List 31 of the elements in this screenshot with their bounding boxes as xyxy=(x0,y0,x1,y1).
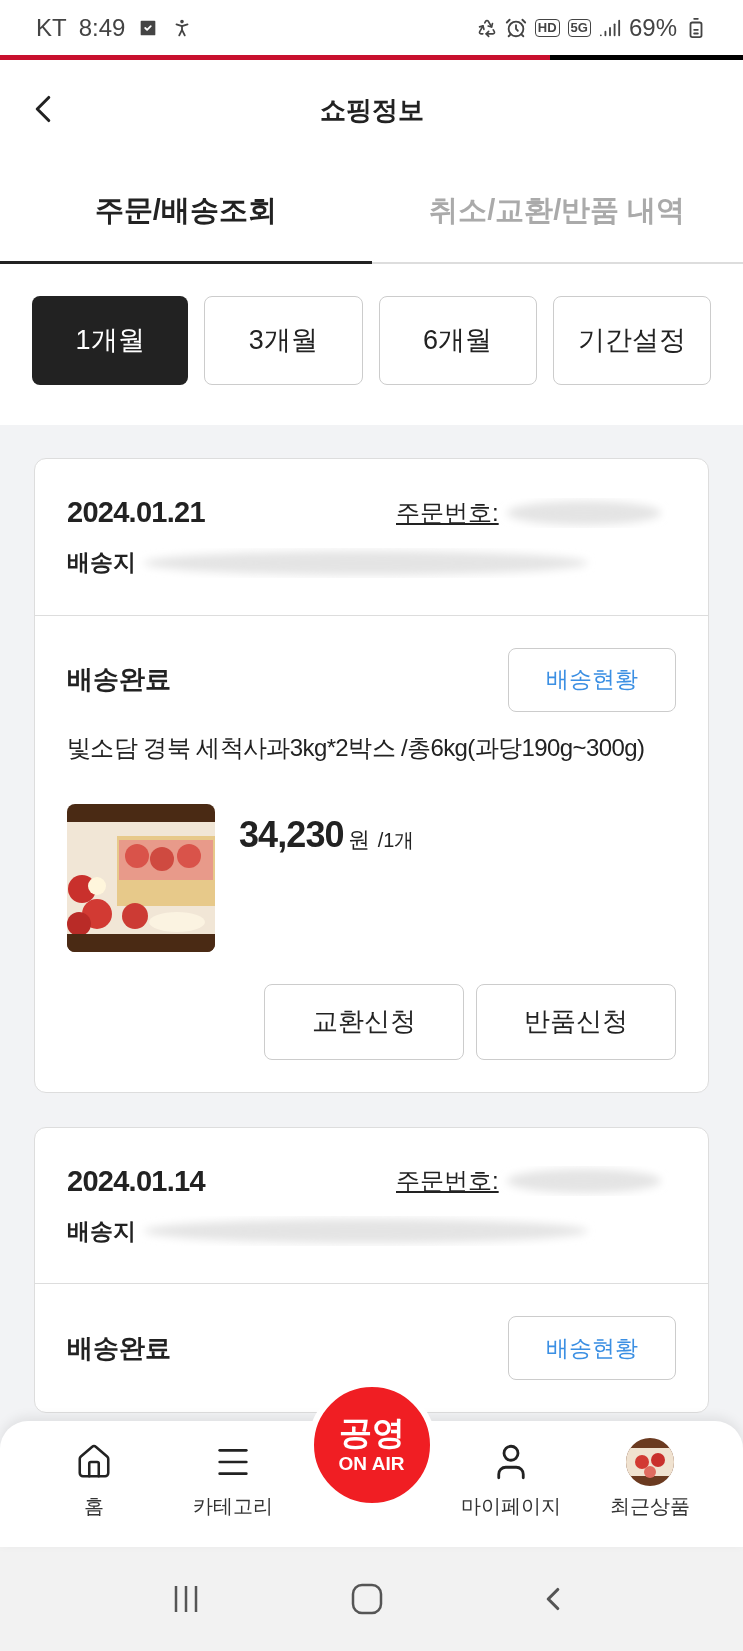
order-number-link[interactable]: 주문번호: xyxy=(396,494,499,531)
address-label: 배송지 xyxy=(67,1216,136,1246)
period-button[interactable]: 6개월 xyxy=(378,296,537,385)
delivery-status: 배송완료 xyxy=(67,663,171,696)
currency: 원 xyxy=(347,825,370,854)
page-title: 쇼핑정보 xyxy=(319,93,424,127)
order-number-link[interactable]: 주문번호: xyxy=(396,1163,499,1200)
period-button[interactable]: 1개월 xyxy=(32,296,189,385)
quantity: /1개 xyxy=(377,827,415,853)
product-title: 빛소담 경북 세척사과3kg*2박스 /총6kg(과당190g~300g) xyxy=(67,732,646,763)
network-badge: 5G xyxy=(567,18,591,37)
period-button[interactable]: 3개월 xyxy=(204,296,363,385)
battery-percent: 69% xyxy=(628,12,677,43)
delivery-status: 배송완료 xyxy=(67,1331,171,1365)
nav-label[interactable]: 최근상품 xyxy=(609,1491,690,1521)
order-action-button[interactable]: 반품신청 xyxy=(476,983,676,1060)
order-date: 2024.01.21 xyxy=(67,495,205,530)
nav-label[interactable]: 홈 xyxy=(83,1491,104,1521)
tab[interactable]: 주문/배송조회 xyxy=(0,160,372,264)
order-date: 2024.01.14 xyxy=(67,1163,205,1199)
alarm-icon xyxy=(504,16,527,39)
home-icon[interactable] xyxy=(350,1582,385,1616)
carrier-label: KT xyxy=(36,12,67,43)
network-badge: HD xyxy=(534,18,560,37)
address-label: 배송지 xyxy=(67,548,136,578)
period-button[interactable]: 기간설정 xyxy=(552,296,711,385)
price: 34,230 xyxy=(239,812,344,857)
clock-time: 8:49 xyxy=(78,12,126,43)
nav-label[interactable]: 마이페이지 xyxy=(460,1491,561,1521)
order-action-button[interactable]: 교환신청 xyxy=(264,983,464,1060)
nav-label[interactable]: 카테고리 xyxy=(192,1491,273,1521)
